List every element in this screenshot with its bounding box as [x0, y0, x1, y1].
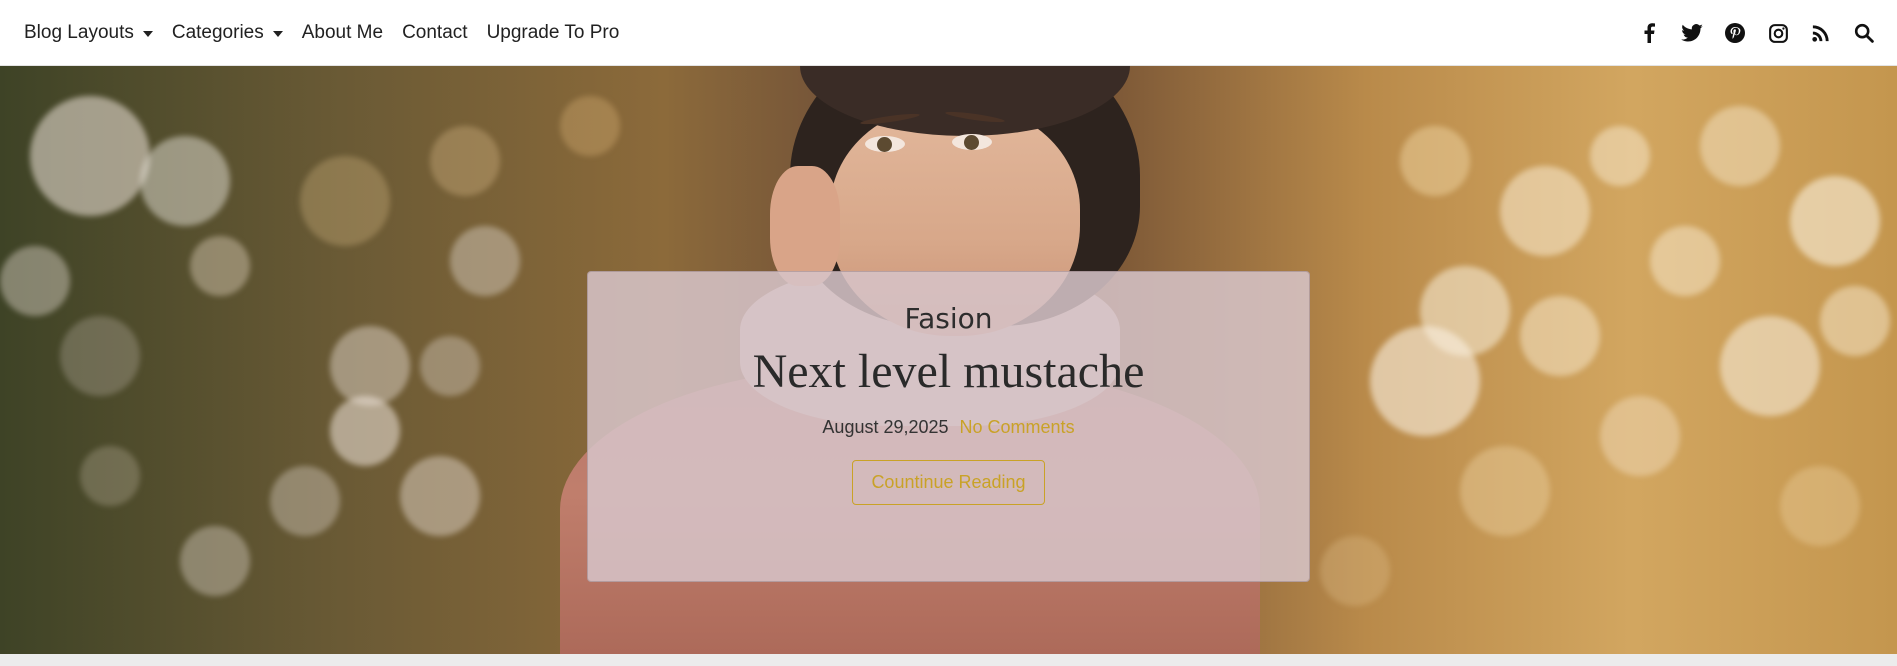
nav-item-label: Categories	[171, 22, 264, 43]
social-icons	[1617, 0, 1875, 66]
nav-item-label: Contact	[402, 22, 468, 43]
nav-item-blog-layouts[interactable]: Blog Layouts	[24, 22, 153, 44]
main-menu: Blog Layouts Categories About Me Contact…	[24, 0, 638, 66]
nav-item-categories[interactable]: Categories	[172, 22, 283, 44]
twitter-icon[interactable]	[1681, 22, 1703, 44]
post-title[interactable]: Next level mustache	[588, 344, 1309, 399]
post-category[interactable]: Fasion	[588, 302, 1309, 335]
nav-item-contact[interactable]: Contact	[402, 22, 467, 44]
featured-post-card: Fasion Next level mustache August 29,202…	[587, 271, 1310, 582]
nav-item-label: About Me	[301, 22, 384, 43]
nav-item-upgrade-to-pro[interactable]: Upgrade To Pro	[487, 22, 620, 44]
nav-item-label: Blog Layouts	[24, 22, 134, 43]
pinterest-icon[interactable]	[1724, 22, 1746, 44]
post-comments-link[interactable]: No Comments	[960, 417, 1075, 438]
top-navbar: Blog Layouts Categories About Me Contact…	[0, 0, 1897, 66]
continue-reading-button[interactable]: Countinue Reading	[852, 460, 1045, 505]
facebook-icon[interactable]	[1638, 22, 1660, 44]
caret-down-icon	[142, 30, 153, 37]
rss-icon[interactable]	[1810, 22, 1832, 44]
post-meta: August 29,2025 No Comments	[588, 417, 1309, 438]
post-date: August 29,2025	[822, 417, 949, 437]
nav-item-about-me[interactable]: About Me	[302, 22, 383, 44]
caret-down-icon	[272, 30, 283, 37]
search-icon[interactable]	[1853, 22, 1875, 44]
nav-item-label: Upgrade To Pro	[486, 22, 620, 43]
hero-slider: Fasion Next level mustache August 29,202…	[0, 66, 1897, 654]
instagram-icon[interactable]	[1767, 22, 1789, 44]
